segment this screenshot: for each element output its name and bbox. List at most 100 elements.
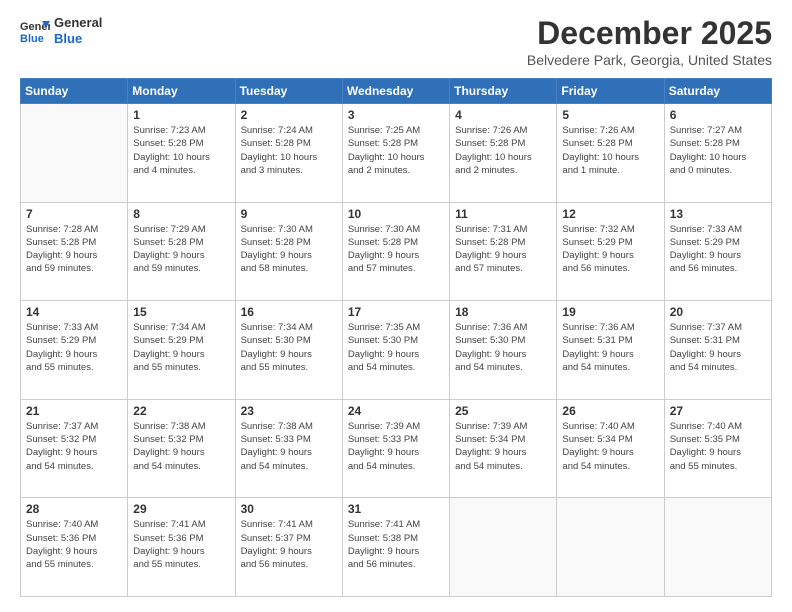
day-info-line: and 54 minutes. [348, 461, 416, 472]
day-info-line: Daylight: 9 hours [348, 546, 419, 557]
day-info-line: and 56 minutes. [241, 559, 309, 570]
day-info-line: and 3 minutes. [241, 165, 303, 176]
location-title: Belvedere Park, Georgia, United States [527, 52, 772, 68]
table-row: 14Sunrise: 7:33 AMSunset: 5:29 PMDayligh… [21, 301, 128, 400]
day-info: Sunrise: 7:28 AMSunset: 5:28 PMDaylight:… [26, 223, 122, 276]
day-info-line: Sunset: 5:32 PM [26, 434, 96, 445]
day-info-line: Daylight: 9 hours [670, 447, 741, 458]
table-row: 5Sunrise: 7:26 AMSunset: 5:28 PMDaylight… [557, 104, 664, 203]
day-number: 27 [670, 404, 766, 418]
day-info-line: Sunset: 5:31 PM [670, 335, 740, 346]
day-info-line: Daylight: 9 hours [562, 349, 633, 360]
day-info-line: Daylight: 9 hours [133, 250, 204, 261]
page: General Blue General Blue December 2025 … [0, 0, 792, 612]
day-info: Sunrise: 7:23 AMSunset: 5:28 PMDaylight:… [133, 124, 229, 177]
day-number: 13 [670, 207, 766, 221]
day-info-line: Sunrise: 7:33 AM [670, 224, 742, 235]
day-number: 16 [241, 305, 337, 319]
table-row: 18Sunrise: 7:36 AMSunset: 5:30 PMDayligh… [450, 301, 557, 400]
table-row [557, 498, 664, 597]
table-row [21, 104, 128, 203]
day-info-line: and 56 minutes. [670, 263, 738, 274]
day-info-line: Sunrise: 7:26 AM [562, 125, 634, 136]
day-info: Sunrise: 7:40 AMSunset: 5:34 PMDaylight:… [562, 420, 658, 473]
day-info-line: Sunset: 5:28 PM [670, 138, 740, 149]
day-info-line: Daylight: 9 hours [455, 447, 526, 458]
day-number: 15 [133, 305, 229, 319]
day-info-line: Daylight: 10 hours [241, 152, 318, 163]
day-info-line: Daylight: 9 hours [670, 250, 741, 261]
table-row: 1Sunrise: 7:23 AMSunset: 5:28 PMDaylight… [128, 104, 235, 203]
day-info: Sunrise: 7:34 AMSunset: 5:30 PMDaylight:… [241, 321, 337, 374]
day-info-line: and 55 minutes. [133, 362, 201, 373]
table-row: 25Sunrise: 7:39 AMSunset: 5:34 PMDayligh… [450, 399, 557, 498]
logo-text-general: General [54, 15, 102, 31]
table-row: 2Sunrise: 7:24 AMSunset: 5:28 PMDaylight… [235, 104, 342, 203]
day-info-line: Sunset: 5:37 PM [241, 533, 311, 544]
day-info: Sunrise: 7:27 AMSunset: 5:28 PMDaylight:… [670, 124, 766, 177]
day-info-line: and 59 minutes. [133, 263, 201, 274]
day-info-line: Sunrise: 7:40 AM [562, 421, 634, 432]
day-info-line: Sunrise: 7:23 AM [133, 125, 205, 136]
table-row: 29Sunrise: 7:41 AMSunset: 5:36 PMDayligh… [128, 498, 235, 597]
day-info-line: Sunrise: 7:29 AM [133, 224, 205, 235]
day-info-line: Sunrise: 7:41 AM [348, 519, 420, 530]
day-info-line: and 54 minutes. [562, 362, 630, 373]
table-row: 6Sunrise: 7:27 AMSunset: 5:28 PMDaylight… [664, 104, 771, 203]
day-info-line: Sunset: 5:32 PM [133, 434, 203, 445]
title-block: December 2025 Belvedere Park, Georgia, U… [527, 15, 772, 68]
day-info-line: Sunrise: 7:38 AM [241, 421, 313, 432]
day-info-line: Daylight: 9 hours [26, 546, 97, 557]
table-row: 4Sunrise: 7:26 AMSunset: 5:28 PMDaylight… [450, 104, 557, 203]
day-info-line: Sunrise: 7:39 AM [455, 421, 527, 432]
day-info: Sunrise: 7:33 AMSunset: 5:29 PMDaylight:… [26, 321, 122, 374]
day-info-line: Sunset: 5:28 PM [455, 237, 525, 248]
day-info: Sunrise: 7:40 AMSunset: 5:35 PMDaylight:… [670, 420, 766, 473]
day-info: Sunrise: 7:38 AMSunset: 5:33 PMDaylight:… [241, 420, 337, 473]
day-info-line: and 55 minutes. [26, 362, 94, 373]
day-number: 5 [562, 108, 658, 122]
day-info-line: Sunset: 5:28 PM [241, 237, 311, 248]
day-number: 26 [562, 404, 658, 418]
day-info-line: and 54 minutes. [26, 461, 94, 472]
day-info-line: and 1 minute. [562, 165, 620, 176]
day-info-line: Sunset: 5:34 PM [455, 434, 525, 445]
day-info-line: Sunset: 5:36 PM [26, 533, 96, 544]
day-info-line: Sunrise: 7:38 AM [133, 421, 205, 432]
day-info: Sunrise: 7:38 AMSunset: 5:32 PMDaylight:… [133, 420, 229, 473]
day-info-line: Sunrise: 7:25 AM [348, 125, 420, 136]
day-info-line: Daylight: 9 hours [26, 447, 97, 458]
day-info-line: Sunrise: 7:30 AM [348, 224, 420, 235]
day-info-line: Daylight: 9 hours [562, 250, 633, 261]
day-info-line: Sunset: 5:28 PM [455, 138, 525, 149]
svg-text:Blue: Blue [20, 33, 44, 45]
header-monday: Monday [128, 79, 235, 104]
day-info: Sunrise: 7:37 AMSunset: 5:31 PMDaylight:… [670, 321, 766, 374]
day-info-line: and 54 minutes. [241, 461, 309, 472]
table-row [664, 498, 771, 597]
header-saturday: Saturday [664, 79, 771, 104]
table-row: 31Sunrise: 7:41 AMSunset: 5:38 PMDayligh… [342, 498, 449, 597]
day-info: Sunrise: 7:37 AMSunset: 5:32 PMDaylight:… [26, 420, 122, 473]
calendar-week-row: 1Sunrise: 7:23 AMSunset: 5:28 PMDaylight… [21, 104, 772, 203]
day-info-line: and 58 minutes. [241, 263, 309, 274]
month-title: December 2025 [527, 15, 772, 52]
day-info-line: Sunset: 5:28 PM [26, 237, 96, 248]
day-info-line: Sunset: 5:30 PM [241, 335, 311, 346]
table-row: 23Sunrise: 7:38 AMSunset: 5:33 PMDayligh… [235, 399, 342, 498]
day-info: Sunrise: 7:40 AMSunset: 5:36 PMDaylight:… [26, 518, 122, 571]
day-info-line: Sunset: 5:35 PM [670, 434, 740, 445]
table-row: 22Sunrise: 7:38 AMSunset: 5:32 PMDayligh… [128, 399, 235, 498]
day-info: Sunrise: 7:25 AMSunset: 5:28 PMDaylight:… [348, 124, 444, 177]
day-info-line: Sunrise: 7:39 AM [348, 421, 420, 432]
day-info-line: Sunset: 5:34 PM [562, 434, 632, 445]
day-info: Sunrise: 7:41 AMSunset: 5:38 PMDaylight:… [348, 518, 444, 571]
day-info-line: Sunset: 5:30 PM [348, 335, 418, 346]
calendar-week-row: 21Sunrise: 7:37 AMSunset: 5:32 PMDayligh… [21, 399, 772, 498]
header-wednesday: Wednesday [342, 79, 449, 104]
day-info-line: and 54 minutes. [455, 362, 523, 373]
day-info-line: Sunrise: 7:34 AM [241, 322, 313, 333]
day-number: 17 [348, 305, 444, 319]
day-info-line: Sunset: 5:33 PM [241, 434, 311, 445]
table-row: 7Sunrise: 7:28 AMSunset: 5:28 PMDaylight… [21, 202, 128, 301]
